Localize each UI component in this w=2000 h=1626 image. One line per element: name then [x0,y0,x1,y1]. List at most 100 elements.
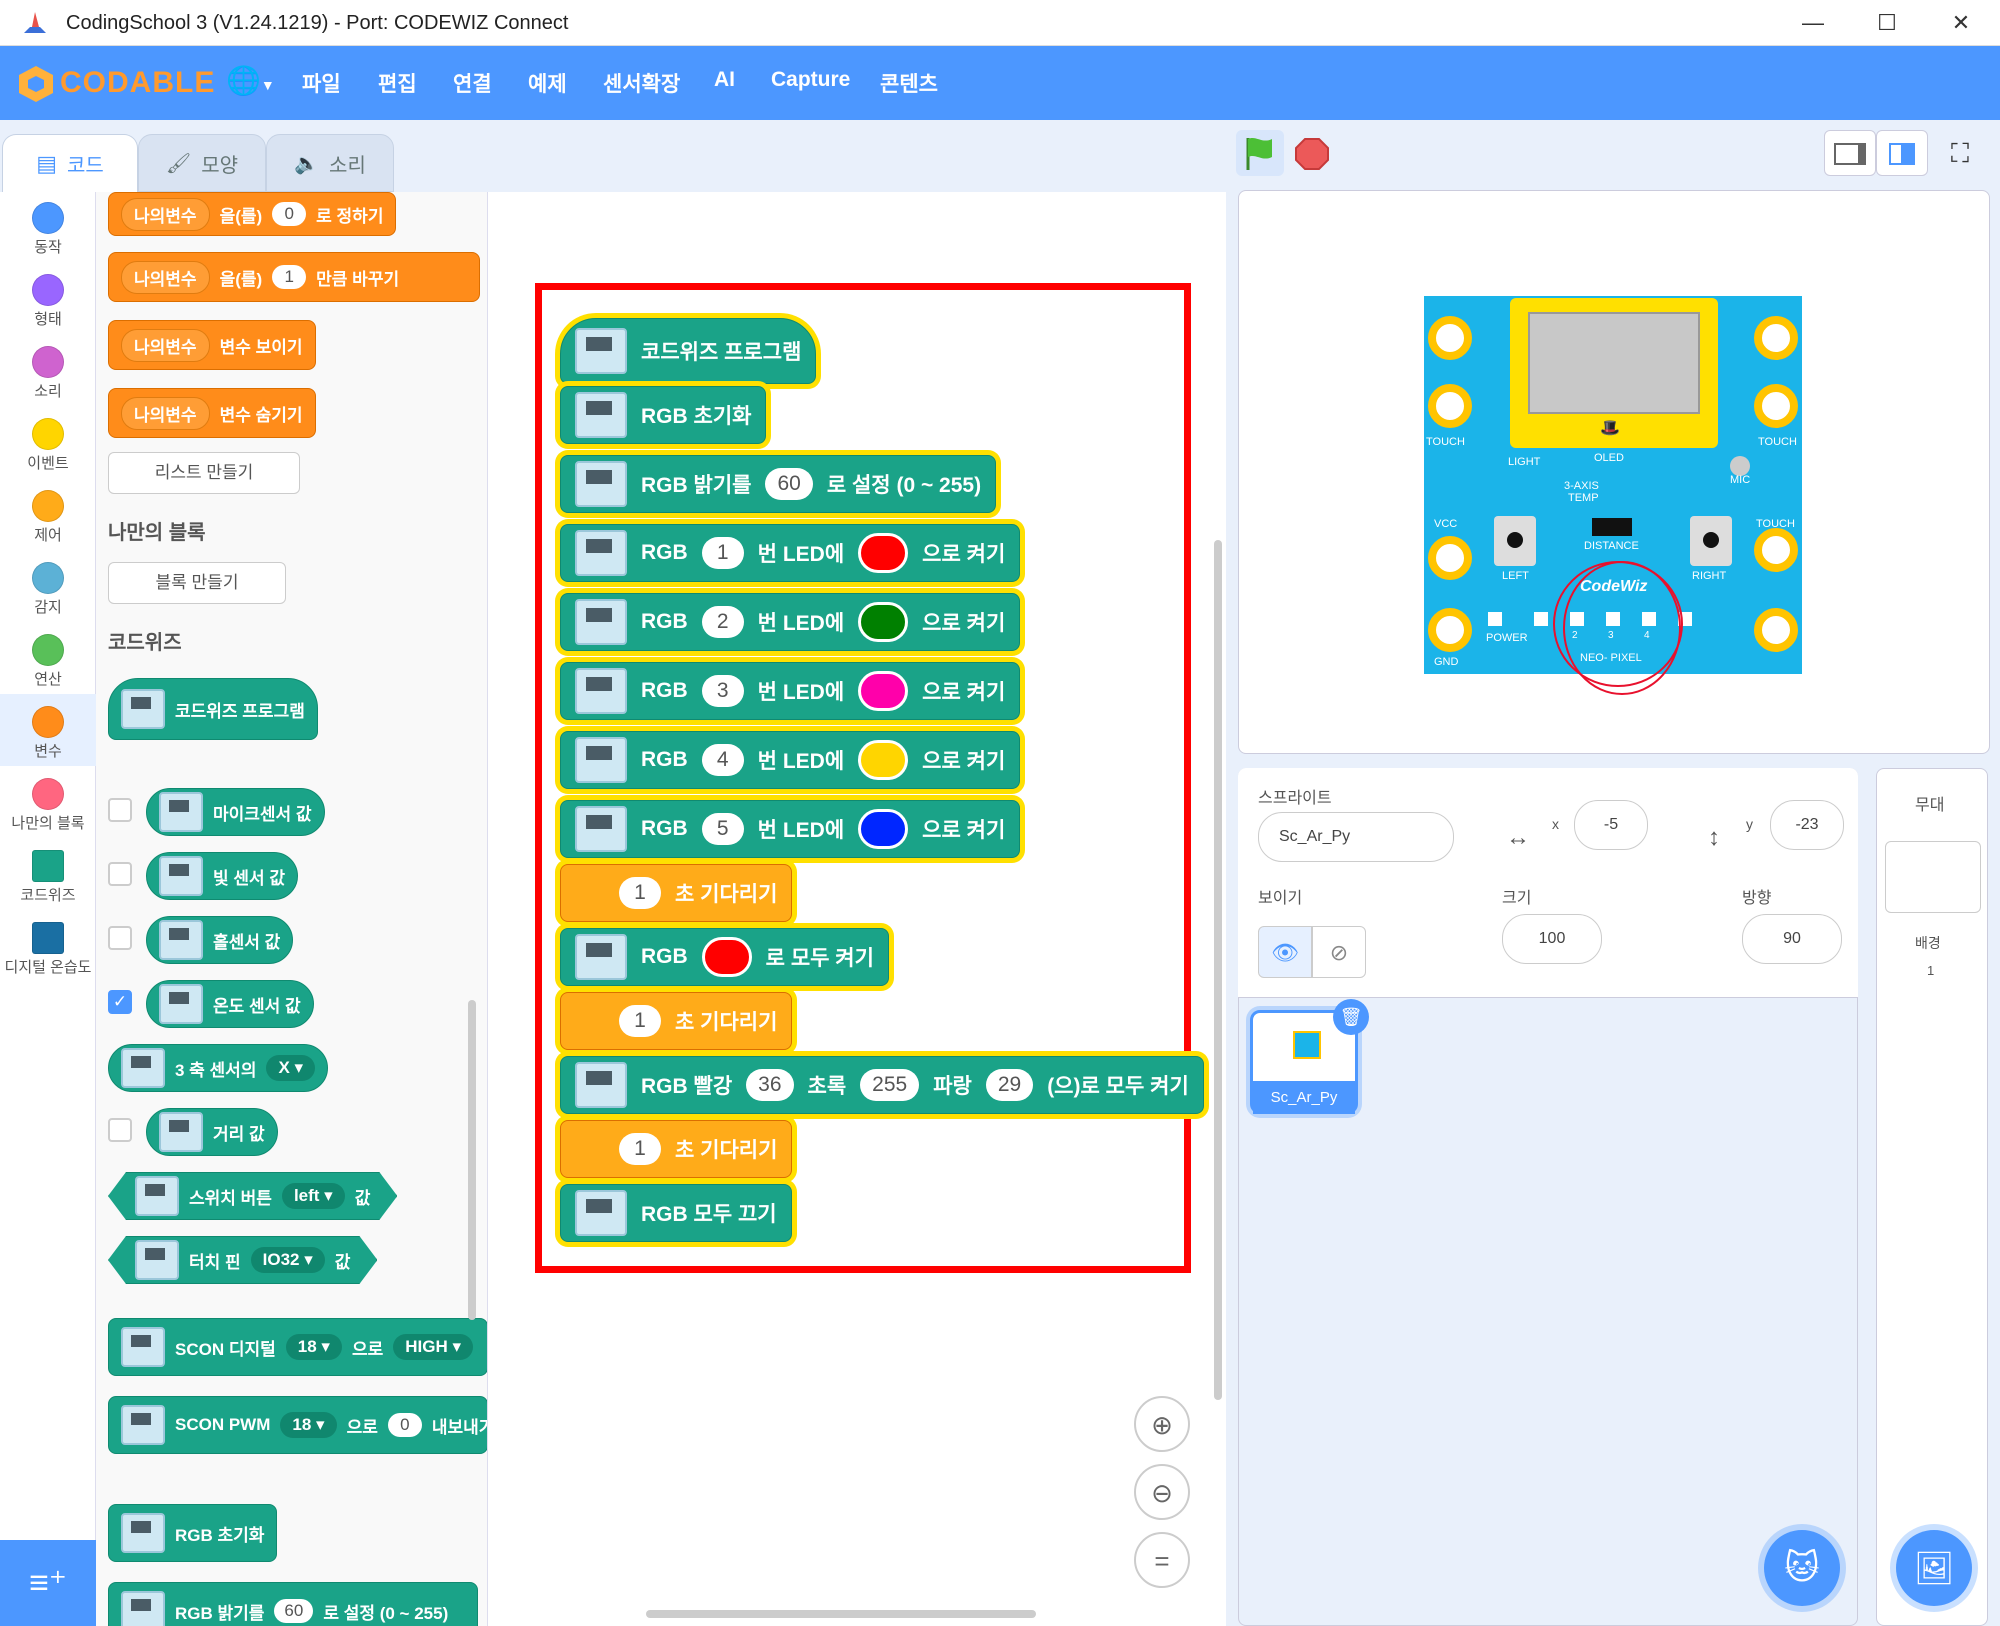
y-input[interactable]: -23 [1770,800,1844,850]
brightness-input[interactable]: 60 [765,468,813,500]
zoom-reset-button[interactable]: = [1134,1532,1190,1588]
hall-sensor-checkbox[interactable] [108,926,132,950]
category-10[interactable]: 디지털 온습도 [0,916,96,986]
wait-block[interactable]: 1 초 기다리기 [560,1120,793,1178]
rgb-init-block[interactable]: RGB 초기화 [108,1504,278,1562]
category-7[interactable]: 변수 [0,700,96,770]
variable-dropdown[interactable]: 나의변수 [121,328,210,362]
hide-sprite-button[interactable]: ⊘ [1312,926,1366,978]
temperature-sensor-block[interactable]: 온도 센서 값 [146,980,314,1028]
zoom-out-button[interactable]: ⊖ [1134,1464,1190,1520]
hide-variable-block[interactable]: 나의변수 변수 숨기기 [108,388,316,438]
red-input[interactable]: 36 [746,1069,794,1101]
add-sprite-button[interactable]: 🐱 [1764,1530,1840,1606]
category-8[interactable]: 나만의 블록 [0,772,96,842]
menu-contents[interactable]: 콘텐츠 [880,68,938,98]
mic-sensor-block[interactable]: 마이크센서 값 [146,788,325,836]
axis-dropdown[interactable]: X ▾ [266,1055,316,1081]
stage-backdrop-thumbnail[interactable] [1885,841,1981,913]
category-9[interactable]: 코드위즈 [0,844,96,914]
minimize-button[interactable]: — [1782,0,1844,46]
sprite-thumbnail[interactable]: Sc_Ar_Py 🗑 [1250,999,1369,1114]
light-sensor-block[interactable]: 빛 센서 값 [146,852,299,900]
led-number-input[interactable]: 3 [701,675,744,707]
brightness-input[interactable]: 60 [274,1599,314,1623]
category-3[interactable]: 이벤트 [0,412,96,482]
tab-code[interactable]: ▤ 코드 [2,134,138,192]
tab-sounds[interactable]: 🔈 소리 [266,134,394,192]
value-input[interactable]: 0 [272,202,307,226]
green-input[interactable]: 255 [860,1069,920,1101]
hall-sensor-block[interactable]: 홀센서 값 [146,916,294,964]
menu-sensor-extension[interactable]: 센서확장 [603,68,680,98]
menu-capture[interactable]: Capture [771,68,850,92]
make-block-button[interactable]: 블록 만들기 [108,562,286,604]
category-0[interactable]: 동작 [0,196,96,266]
tab-costumes[interactable]: 🖌 모양 [138,134,266,192]
size-input[interactable]: 100 [1502,914,1602,964]
wait-seconds-input[interactable]: 1 [619,1005,661,1037]
led-number-input[interactable]: 4 [701,744,744,776]
menu-connect[interactable]: 연결 [453,68,492,98]
rgb-all-off-block[interactable]: RGB 모두 끄기 [560,1184,792,1242]
category-6[interactable]: 연산 [0,628,96,698]
make-list-button[interactable]: 리스트 만들기 [108,452,300,494]
close-button[interactable]: ✕ [1930,0,1992,46]
color-picker[interactable] [858,533,909,573]
green-flag-button[interactable] [1236,130,1284,176]
wait-seconds-input[interactable]: 1 [619,1133,661,1165]
change-variable-block[interactable]: 나의변수 을(를) 1 만큼 바꾸기 [108,252,480,302]
script-horizontal-scrollbar[interactable] [646,1610,1036,1618]
led-number-input[interactable]: 2 [701,606,744,638]
set-variable-block[interactable]: 나의변수 을(를) 0 로 정하기 [108,192,397,236]
distance-block[interactable]: 거리 값 [146,1108,278,1156]
category-5[interactable]: 감지 [0,556,96,626]
show-sprite-button[interactable]: 👁 [1258,926,1312,978]
rgb-brightness-block[interactable]: RGB 밝기를 60 로 설정 (0 ~ 255) [108,1582,478,1626]
mic-sensor-checkbox[interactable] [108,798,132,822]
color-picker[interactable] [858,671,909,711]
codewiz-program-hat-block[interactable]: 코드위즈 프로그램 [108,678,318,740]
pwm-value-input[interactable]: 0 [387,1413,422,1437]
add-backdrop-button[interactable]: 🖼 [1896,1530,1972,1606]
rgb-mix-all-on-block[interactable]: RGB 빨강 36 초록 255 파랑 29 (으)로 모두 켜기 [560,1056,1204,1114]
menu-ai[interactable]: AI [714,68,735,92]
variable-dropdown[interactable]: 나의변수 [121,197,210,231]
color-picker[interactable] [858,602,909,642]
color-picker[interactable] [858,740,909,780]
color-picker[interactable] [701,937,752,977]
maximize-button[interactable]: ☐ [1856,0,1918,46]
sprite-name-input[interactable]: Sc_Ar_Py [1258,812,1454,862]
category-4[interactable]: 제어 [0,484,96,554]
add-extension-button[interactable]: ≡⁺ [0,1540,96,1626]
switch-dropdown[interactable]: left ▾ [282,1183,345,1209]
3-axis-sensor-block[interactable]: 3 축 센서의 X ▾ [108,1044,329,1092]
rgb-brightness-block[interactable]: RGB 밝기를 60 로 설정 (0 ~ 255) [560,455,997,513]
direction-input[interactable]: 90 [1742,914,1842,964]
codewiz-program-hat-block[interactable]: 코드위즈 프로그램 [560,318,817,384]
rgb-led-on-block[interactable]: RGB 5 번 LED에 으로 켜기 [560,800,1021,858]
rgb-led-on-block[interactable]: RGB 2 번 LED에 으로 켜기 [560,593,1021,651]
value-input[interactable]: 1 [272,265,307,289]
touch-pin-dropdown[interactable]: IO32 ▾ [251,1247,325,1273]
large-stage-button[interactable] [1876,130,1928,176]
x-input[interactable]: -5 [1574,800,1648,850]
color-picker[interactable] [858,809,909,849]
stop-button[interactable] [1292,130,1332,176]
distance-checkbox[interactable] [108,1118,132,1142]
scon-level-dropdown[interactable]: HIGH ▾ [393,1334,473,1360]
scon-pin-dropdown[interactable]: 18 ▾ [285,1334,342,1360]
menu-edit[interactable]: 편집 [378,68,417,98]
small-stage-button[interactable] [1824,130,1876,176]
led-number-input[interactable]: 1 [701,537,744,569]
temperature-sensor-checkbox[interactable]: ✓ [108,990,132,1014]
delete-sprite-icon[interactable]: 🗑 [1333,999,1369,1035]
menu-examples[interactable]: 예제 [528,68,567,98]
rgb-led-on-block[interactable]: RGB 1 번 LED에 으로 켜기 [560,524,1021,582]
category-2[interactable]: 소리 [0,340,96,410]
pwm-pin-dropdown[interactable]: 18 ▾ [280,1412,337,1438]
category-1[interactable]: 형태 [0,268,96,338]
rgb-led-on-block[interactable]: RGB 3 번 LED에 으로 켜기 [560,662,1021,720]
wait-block[interactable]: 1 초 기다리기 [560,992,793,1050]
variable-dropdown[interactable]: 나의변수 [121,396,210,430]
